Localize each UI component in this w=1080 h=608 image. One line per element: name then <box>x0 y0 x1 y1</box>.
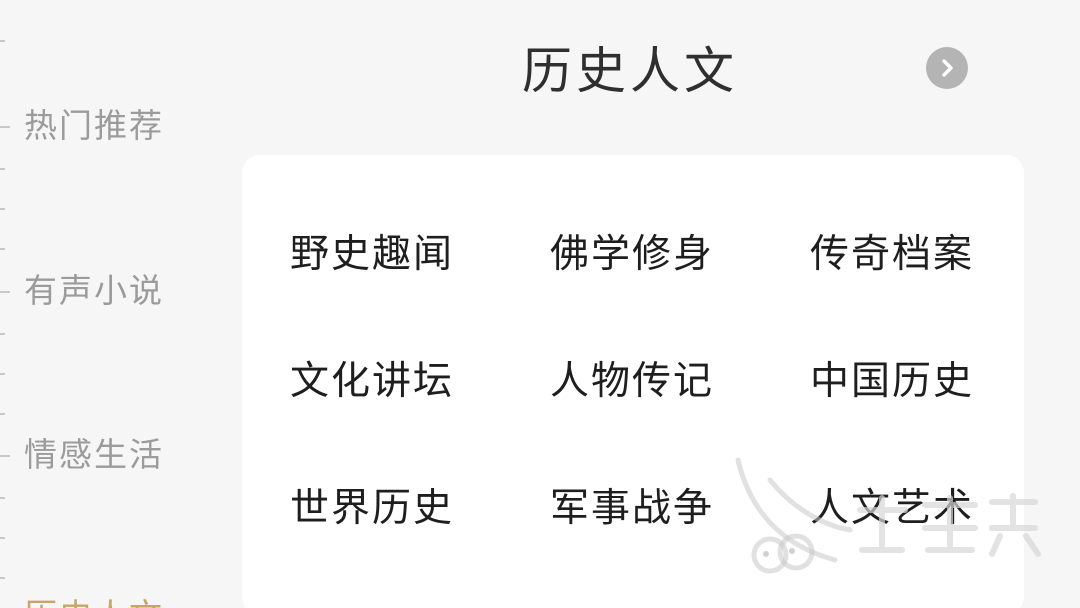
sidebar-tick <box>0 208 5 210</box>
chevron-right-icon <box>942 59 953 77</box>
sidebar-item-history[interactable]: 历史人文 <box>24 596 164 608</box>
sidebar-tick <box>0 333 5 335</box>
category-item[interactable]: 军事战争 <box>550 485 714 533</box>
category-item[interactable]: 人物传记 <box>550 358 714 406</box>
sidebar-tick <box>0 126 10 128</box>
app-screen: 热门推荐 有声小说 情感生活 历史人文 历史人文 野史趣闻 佛学修身 传奇档案 … <box>0 0 1080 608</box>
sidebar-tick <box>0 291 10 293</box>
sidebar-tick <box>0 248 5 250</box>
page-title: 历史人文 <box>522 42 738 100</box>
sidebar-item-hot[interactable]: 热门推荐 <box>24 106 164 146</box>
sidebar-tick <box>0 537 5 539</box>
sidebar-tick <box>0 168 5 170</box>
category-item[interactable]: 世界历史 <box>290 485 454 533</box>
sidebar-item-emotion-life[interactable]: 情感生活 <box>24 435 164 475</box>
category-item[interactable]: 野史趣闻 <box>290 231 454 279</box>
sidebar-tick <box>0 373 5 375</box>
category-item[interactable]: 传奇档案 <box>810 231 974 279</box>
sidebar-tick <box>0 455 10 457</box>
sidebar-tick <box>0 40 5 42</box>
sidebar-tick <box>0 497 5 499</box>
category-item[interactable]: 佛学修身 <box>550 231 714 279</box>
sidebar-tick <box>0 413 5 415</box>
category-sidebar: 热门推荐 有声小说 情感生活 历史人文 <box>0 0 220 608</box>
sidebar-item-audio-novel[interactable]: 有声小说 <box>24 271 164 311</box>
category-item[interactable]: 文化讲坛 <box>290 358 454 406</box>
sidebar-tick <box>0 577 5 579</box>
next-category-button[interactable] <box>926 47 968 89</box>
subcategory-card: 野史趣闻 佛学修身 传奇档案 文化讲坛 人物传记 中国历史 世界历史 军事战争 … <box>242 155 1024 608</box>
category-item[interactable]: 人文艺术 <box>810 485 974 533</box>
category-item[interactable]: 中国历史 <box>810 358 974 406</box>
